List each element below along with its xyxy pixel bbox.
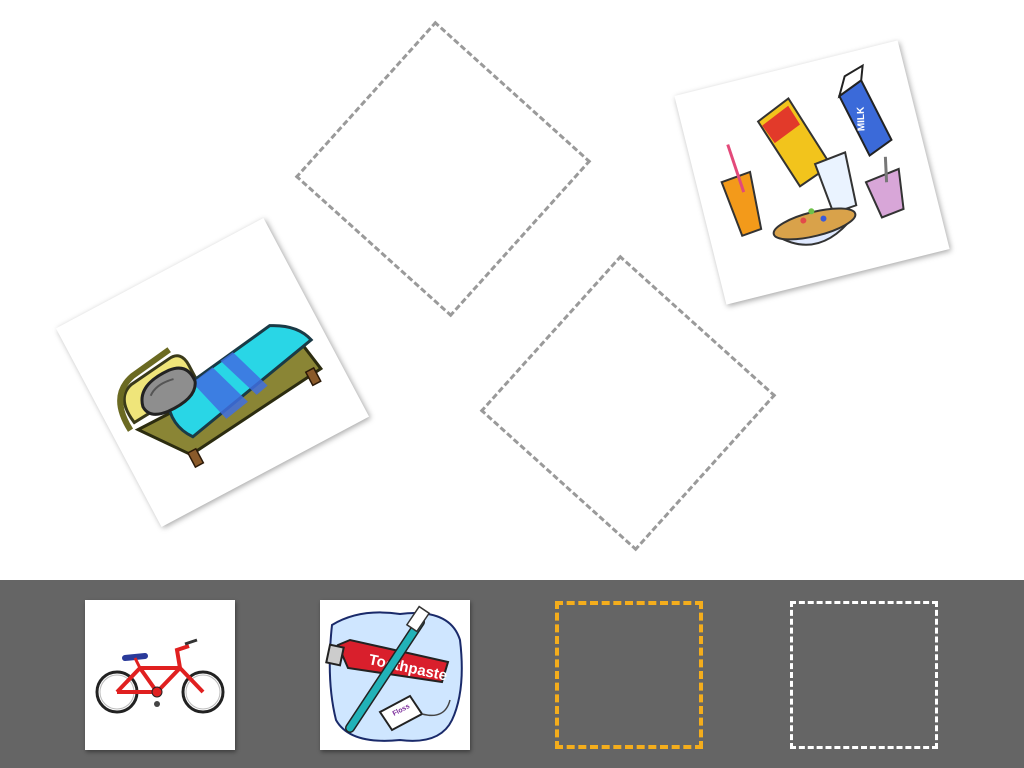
drop-zone-upper[interactable] <box>294 20 592 318</box>
breakfast-icon: MILK <box>720 63 905 246</box>
toothpaste-icon: Toothpaste Floss <box>325 605 463 742</box>
toothpaste-card[interactable]: Toothpaste Floss <box>320 600 470 750</box>
bicycle-card[interactable] <box>85 600 235 750</box>
tray-slot-empty[interactable] <box>790 601 938 749</box>
tray-slot-active[interactable] <box>555 601 703 749</box>
breakfast-card[interactable]: MILK <box>674 40 950 305</box>
milk-label: MILK <box>856 106 868 132</box>
bicycle-icon <box>95 638 225 714</box>
bed-card[interactable] <box>55 218 370 527</box>
play-area: MILK <box>0 0 1024 580</box>
bed-icon <box>117 324 324 469</box>
